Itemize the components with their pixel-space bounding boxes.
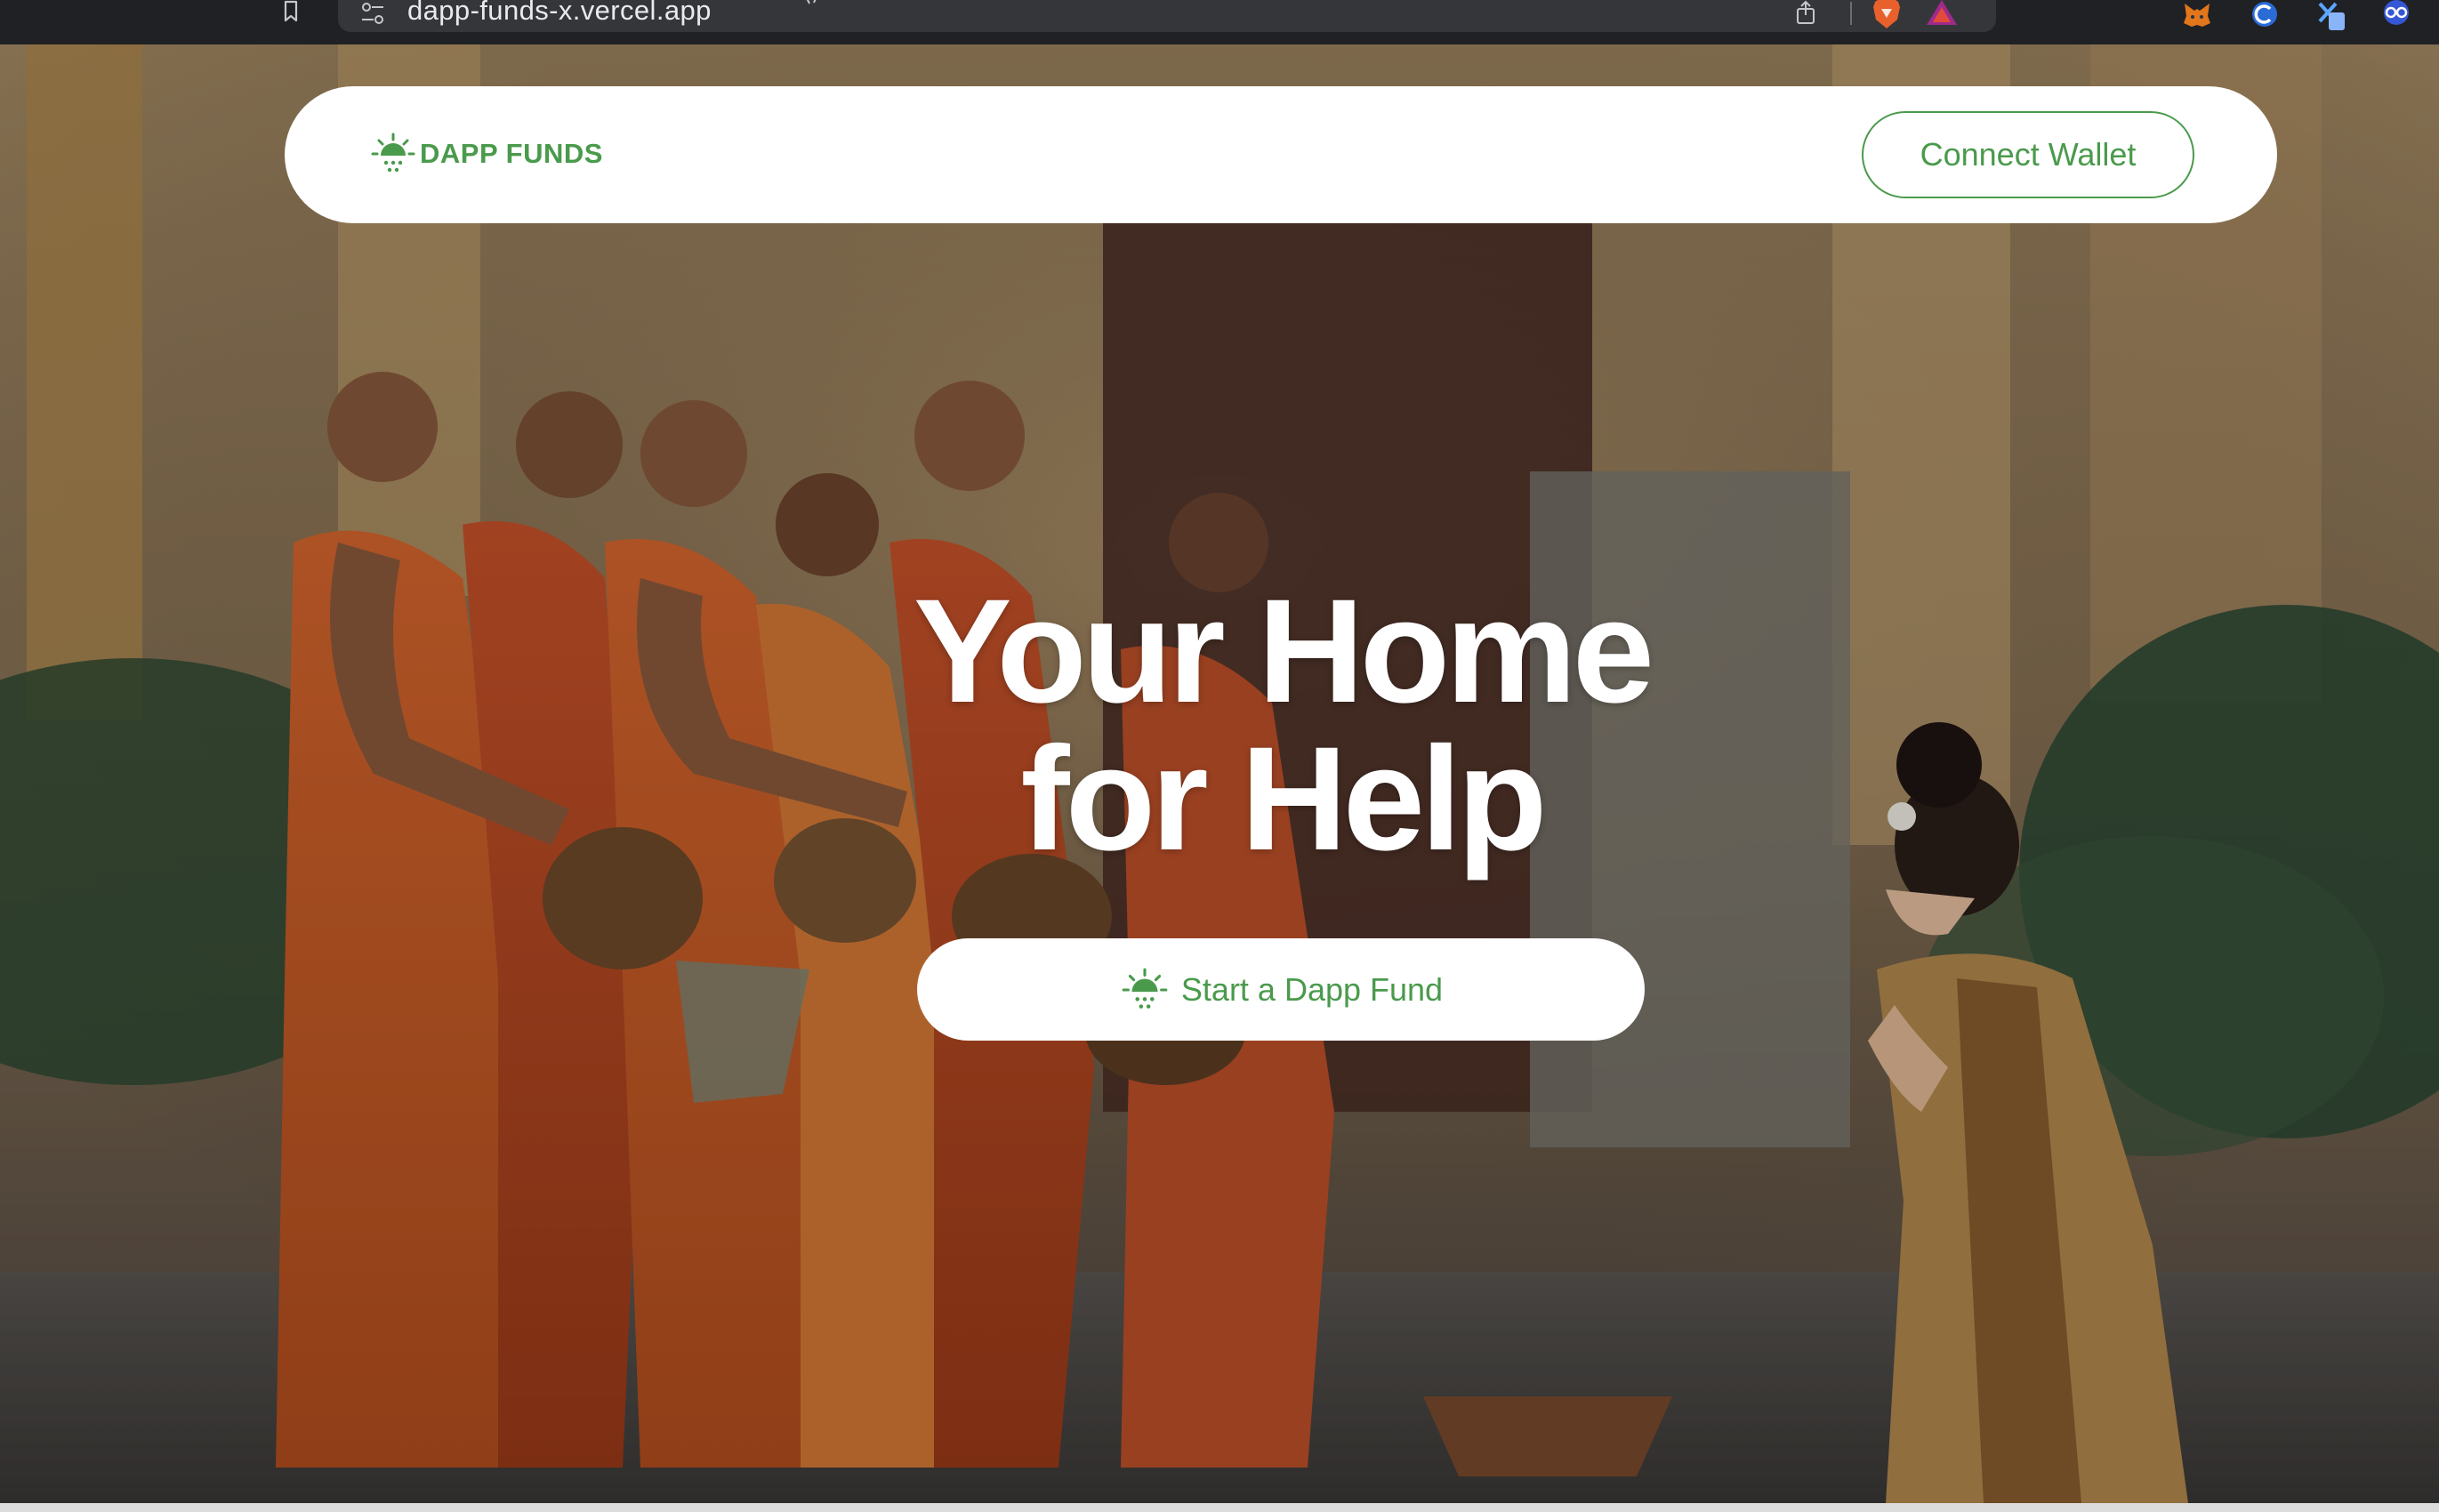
site-settings-icon[interactable]: [359, 0, 386, 27]
hero-title-line-1: Your Home: [913, 569, 1654, 734]
address-bar-divider: [1850, 2, 1852, 25]
brave-shields-icon[interactable]: [1872, 0, 1902, 30]
metamask-extension-icon[interactable]: [2181, 0, 2213, 32]
hero-section: DAPP FUNDS Connect Wallet Your Home for …: [0, 44, 2439, 1503]
address-bar[interactable]: dapp-funds-x.vercel.app: [338, 0, 1996, 32]
extension-icon[interactable]: [2313, 0, 2345, 32]
extension-icon[interactable]: [2380, 0, 2412, 32]
brand-name: DAPP FUNDS: [420, 138, 603, 169]
hero-title: Your Home for Help: [775, 578, 1789, 873]
url-text[interactable]: dapp-funds-x.vercel.app: [407, 0, 712, 27]
brand-logo[interactable]: DAPP FUNDS: [368, 129, 603, 179]
navbar: DAPP FUNDS Connect Wallet: [285, 86, 2277, 223]
hero-title-line-2: for Help: [1020, 717, 1547, 881]
bookmark-icon[interactable]: [279, 0, 302, 23]
browser-toolbar: dapp-funds-x.vercel.app: [0, 0, 2439, 44]
start-dapp-fund-button[interactable]: Start a Dapp Fund: [917, 938, 1645, 1041]
extension-icon[interactable]: [2249, 0, 2281, 32]
share-icon[interactable]: [1793, 0, 1818, 25]
star-icon[interactable]: [801, 0, 824, 18]
sun-rays-icon: [1122, 968, 1168, 1009]
connect-wallet-button[interactable]: Connect Wallet: [1862, 111, 2194, 198]
brave-rewards-icon[interactable]: [1925, 0, 1959, 27]
sun-rays-icon: [371, 133, 415, 173]
window-bottom-edge: [0, 1503, 2439, 1512]
start-dapp-fund-label: Start a Dapp Fund: [1180, 970, 1444, 1008]
